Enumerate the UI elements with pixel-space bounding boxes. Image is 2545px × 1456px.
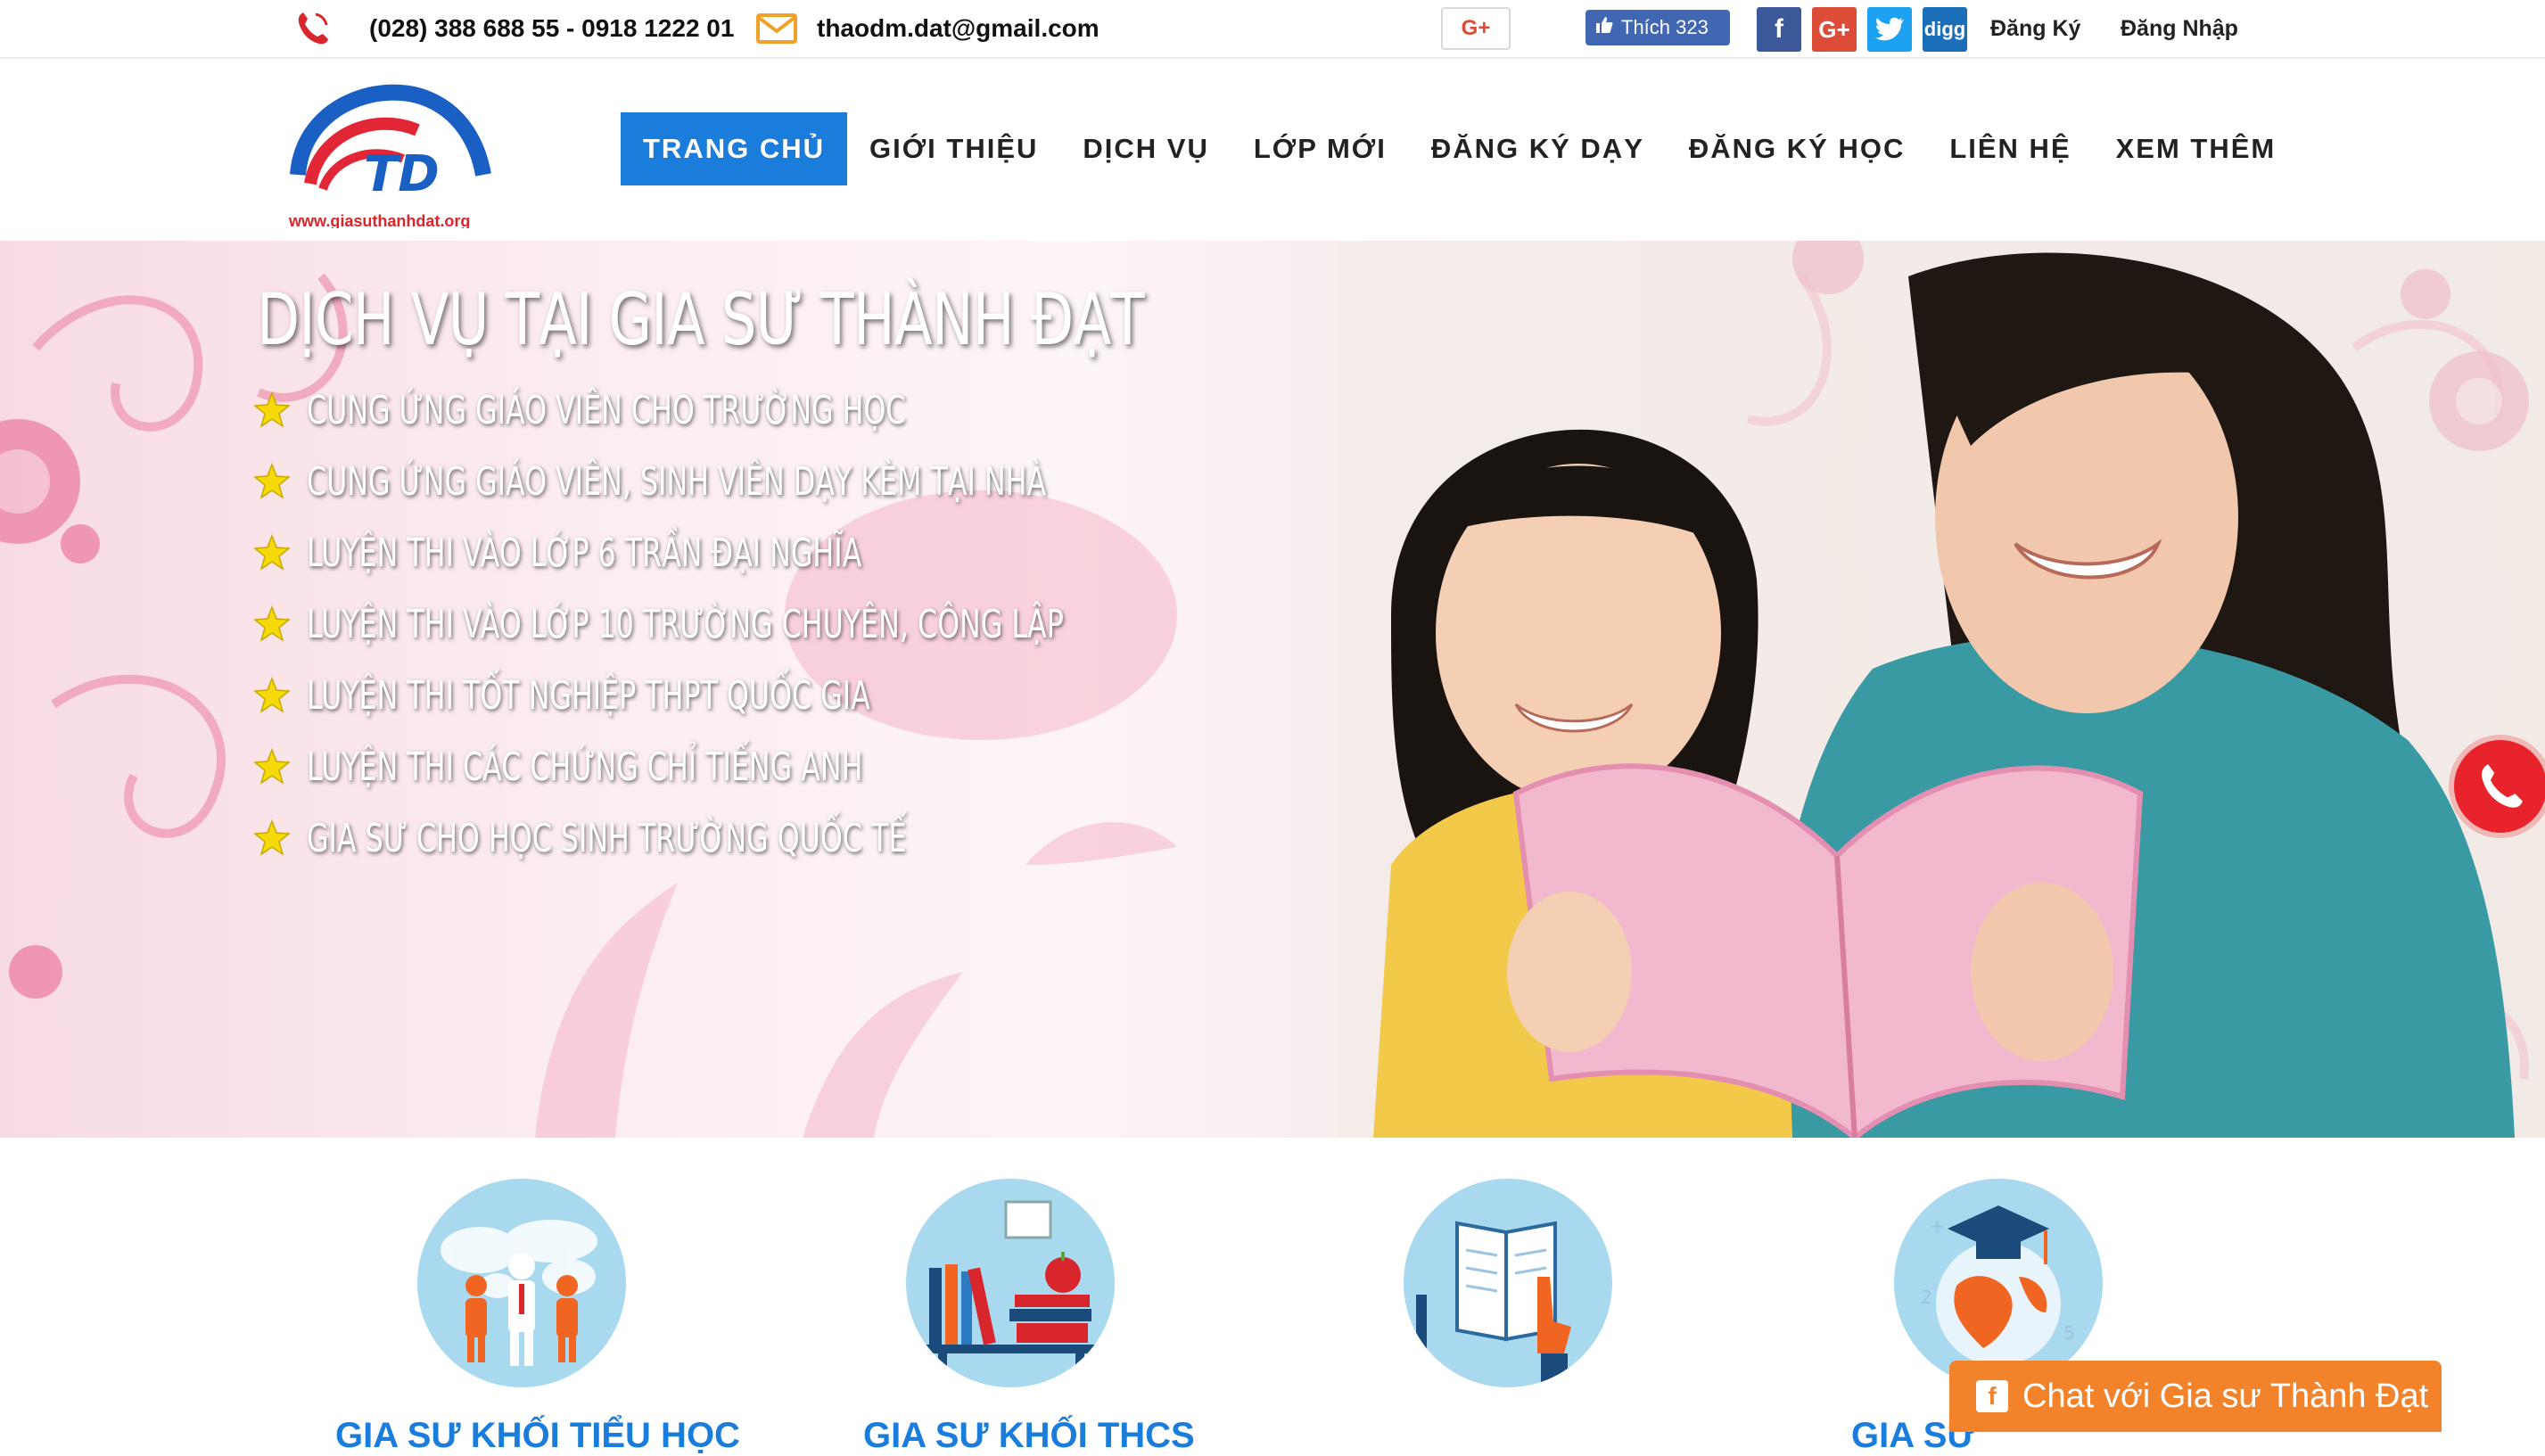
star-icon <box>253 463 291 499</box>
google-plus-icon[interactable]: G+ <box>1812 7 1857 52</box>
facebook-icon[interactable]: f <box>1757 7 1801 52</box>
svg-text:2: 2 <box>1921 1287 1932 1308</box>
star-icon <box>253 605 291 642</box>
floating-call-button[interactable] <box>2454 740 2545 833</box>
nav-register-study[interactable]: ĐĂNG KÝ HỌC <box>1667 112 1927 185</box>
star-icon <box>253 534 291 571</box>
facebook-icon: f <box>1976 1380 2008 1412</box>
hero-list-text: LUYỆN THI CÁC CHỨNG CHỈ TIẾNG ANH <box>307 744 863 790</box>
service-primary-icon[interactable] <box>417 1179 626 1387</box>
hero-title: DỊCH VỤ TẠI GIA SƯ THÀNH ĐẠT <box>257 278 1145 361</box>
hero-list-text: LUYỆN THI TỐT NGHIỆP THPT QUỐC GIA <box>307 672 870 719</box>
hero-list-text: LUYỆN THI VÀO LỚP 10 TRƯỜNG CHUYÊN, CÔNG… <box>307 601 1064 647</box>
service-reading-icon[interactable] <box>1404 1179 1612 1387</box>
phone-icon <box>291 0 334 57</box>
hero-list-item: LUYỆN THI TỐT NGHIỆP THPT QUỐC GIA <box>253 660 1358 731</box>
service-primary-label[interactable]: GIA SƯ KHỐI TIỂU HỌC <box>335 1416 740 1456</box>
facebook-chat-bar[interactable]: f Chat với Gia sư Thành Đạt <box>1949 1361 2442 1432</box>
hero-list-item: LUYỆN THI VÀO LỚP 6 TRẦN ĐẠI NGHĨA <box>253 517 1358 588</box>
top-bar: (028) 388 688 55 - 0918 1222 01 thaodm.d… <box>0 0 2545 59</box>
phone-icon <box>2482 764 2523 808</box>
site-logo[interactable]: TD www.giasuthanhdat.org <box>287 77 501 230</box>
register-link[interactable]: Đăng Ký <box>1990 16 2080 42</box>
star-icon <box>253 677 291 713</box>
header-phone-number[interactable]: (028) 388 688 55 - 0918 1222 01 <box>369 14 734 43</box>
facebook-like-count: Thích 323 <box>1621 16 1709 38</box>
twitter-icon[interactable] <box>1867 7 1912 52</box>
header-email[interactable]: thaodm.dat@gmail.com <box>817 14 1100 43</box>
hero-banner: DỊCH VỤ TẠI GIA SƯ THÀNH ĐẠT CUNG ỨNG GI… <box>0 241 2545 1138</box>
google-plus-share-button[interactable]: G+ <box>1441 7 1511 50</box>
hero-list-text: LUYỆN THI VÀO LỚP 6 TRẦN ĐẠI NGHĨA <box>307 530 862 576</box>
hero-list-item: GIA SƯ CHO HỌC SINH TRƯỜNG QUỐC TẾ <box>253 802 1358 874</box>
nav-contact[interactable]: LIÊN HỆ <box>1927 112 2093 185</box>
main-nav: TRANG CHỦ GIỚI THIỆU DỊCH VỤ LỚP MỚI ĐĂN… <box>621 112 2298 185</box>
nav-home[interactable]: TRANG CHỦ <box>621 112 847 185</box>
star-icon <box>253 391 291 428</box>
digg-icon[interactable]: digg <box>1923 7 1967 52</box>
hero-list-item: LUYỆN THI VÀO LỚP 10 TRƯỜNG CHUYÊN, CÔNG… <box>253 588 1358 660</box>
star-icon <box>253 748 291 785</box>
svg-text:5: 5 <box>2063 1322 2075 1344</box>
hero-list-text: CUNG ỨNG GIÁO VIÊN, SINH VIÊN DẠY KÈM TẠ… <box>307 458 1047 505</box>
google-plus-share-label: G+ <box>1461 16 1491 40</box>
service-secondary-icon[interactable] <box>906 1179 1115 1387</box>
star-icon <box>253 819 291 856</box>
nav-services[interactable]: DỊCH VỤ <box>1060 112 1231 185</box>
chat-bar-label: Chat với Gia sư Thành Đạt <box>2022 1377 2429 1415</box>
hero-list-item: CUNG ỨNG GIÁO VIÊN, SINH VIÊN DẠY KÈM TẠ… <box>253 446 1358 517</box>
logo-initials: TD <box>364 145 440 203</box>
nav-register-teach[interactable]: ĐĂNG KÝ DẠY <box>1409 112 1667 185</box>
site-header: TD www.giasuthanhdat.org TRANG CHỦ GIỚI … <box>0 59 2545 241</box>
nav-new-classes[interactable]: LỚP MỚI <box>1231 112 1409 185</box>
hero-service-list: CUNG ỨNG GIÁO VIÊN CHO TRƯỜNG HỌC CUNG Ứ… <box>253 374 1358 874</box>
hero-list-item: LUYỆN THI CÁC CHỨNG CHỈ TIẾNG ANH <box>253 731 1358 802</box>
nav-more[interactable]: XEM THÊM <box>2094 112 2299 185</box>
hero-list-item: CUNG ỨNG GIÁO VIÊN CHO TRƯỜNG HỌC <box>253 374 1358 446</box>
facebook-like-button[interactable]: Thích 323 <box>1585 10 1730 45</box>
logo-url-text: www.giasuthanhdat.org <box>288 212 470 228</box>
svg-text:+: + <box>1930 1215 1945 1237</box>
nav-about[interactable]: GIỚI THIỆU <box>847 112 1060 185</box>
hero-list-text: CUNG ỨNG GIÁO VIÊN CHO TRƯỜNG HỌC <box>307 387 906 433</box>
hero-list-text: GIA SƯ CHO HỌC SINH TRƯỜNG QUỐC TẾ <box>307 815 907 861</box>
login-link[interactable]: Đăng Nhập <box>2121 16 2238 42</box>
service-international-icon[interactable]: 2 5 + <box>1894 1179 2103 1387</box>
service-secondary-label[interactable]: GIA SƯ KHỐI THCS <box>863 1416 1195 1456</box>
thumbs-up-icon <box>1594 15 1614 40</box>
email-icon <box>756 0 797 57</box>
